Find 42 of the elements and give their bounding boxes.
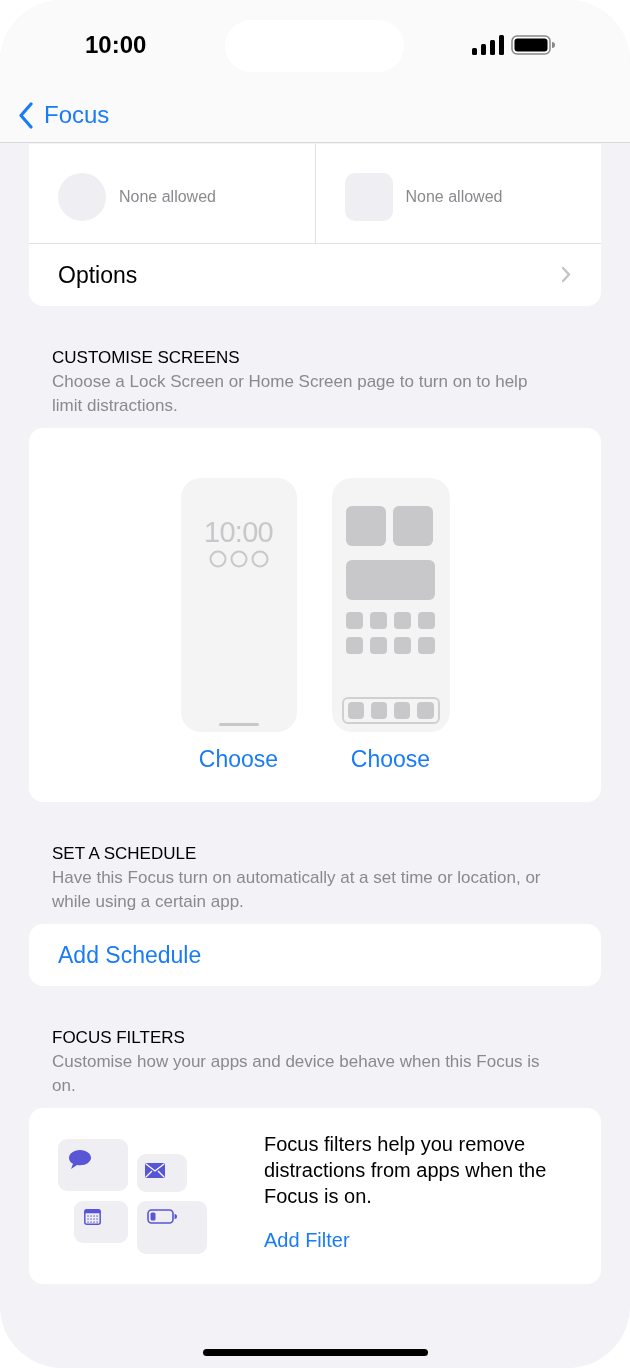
app-icon-placeholder	[394, 702, 411, 719]
app-icon-placeholder	[345, 637, 363, 654]
status-time: 10:00	[85, 30, 147, 60]
section-description: Have this Focus turn on automatically at a set time or location, or while using a certain app.	[52, 867, 542, 913]
app-icon-placeholder	[417, 637, 435, 654]
battery-icon	[511, 35, 555, 55]
app-icon-placeholder	[369, 612, 387, 629]
allowed-tile[interactable]: None allowed	[315, 144, 601, 243]
back-chevron-icon	[18, 101, 34, 129]
envelope-icon	[145, 1163, 165, 1178]
section-header: SET A SCHEDULE	[52, 843, 198, 865]
app-icon-placeholder	[417, 702, 434, 719]
add-filter-link[interactable]: Add Filter	[264, 1225, 350, 1255]
app-icon-placeholder	[347, 702, 364, 719]
app-icon-placeholder	[370, 702, 387, 719]
allowed-tile[interactable]: None allowed	[29, 144, 316, 243]
add-schedule-row[interactable]: Add Schedule	[29, 924, 601, 986]
app-icon-placeholder	[393, 612, 411, 629]
section-header: CUSTOMISE SCREENS	[52, 347, 241, 369]
options-row[interactable]: Options	[29, 244, 601, 306]
chevron-right-icon	[562, 267, 571, 283]
section-description: Choose a Lock Screen or Home Screen page to turn on to help limit distractions.	[52, 371, 529, 417]
filters-text: Focus filters help you remove distractions from apps when the Focus is on.	[264, 1132, 548, 1209]
choose-link[interactable]: Choose	[198, 742, 279, 777]
choose-link[interactable]: Choose	[350, 742, 431, 777]
widget-placeholder	[392, 506, 433, 546]
back-button[interactable]: Focus	[0, 97, 110, 133]
home-indicator-line	[218, 723, 259, 726]
widget-placeholder	[345, 506, 386, 546]
app-icon-placeholder	[417, 612, 435, 629]
allowed-status: None allowed	[119, 187, 216, 207]
app-icon-placeholder	[393, 637, 411, 654]
section-header: FOCUS FILTERS	[52, 1027, 186, 1049]
speech-bubble-icon	[68, 1149, 92, 1171]
app-icon-placeholder	[345, 612, 363, 629]
calendar-icon	[84, 1209, 101, 1225]
section-description: Customise how your apps and device behave when this Focus is on.	[52, 1051, 541, 1097]
signal-icon	[472, 35, 504, 55]
allowed-status: None allowed	[405, 187, 503, 207]
low-battery-icon	[147, 1209, 177, 1224]
widget-circles-icon	[207, 549, 270, 569]
app-icon-placeholder	[369, 637, 387, 654]
